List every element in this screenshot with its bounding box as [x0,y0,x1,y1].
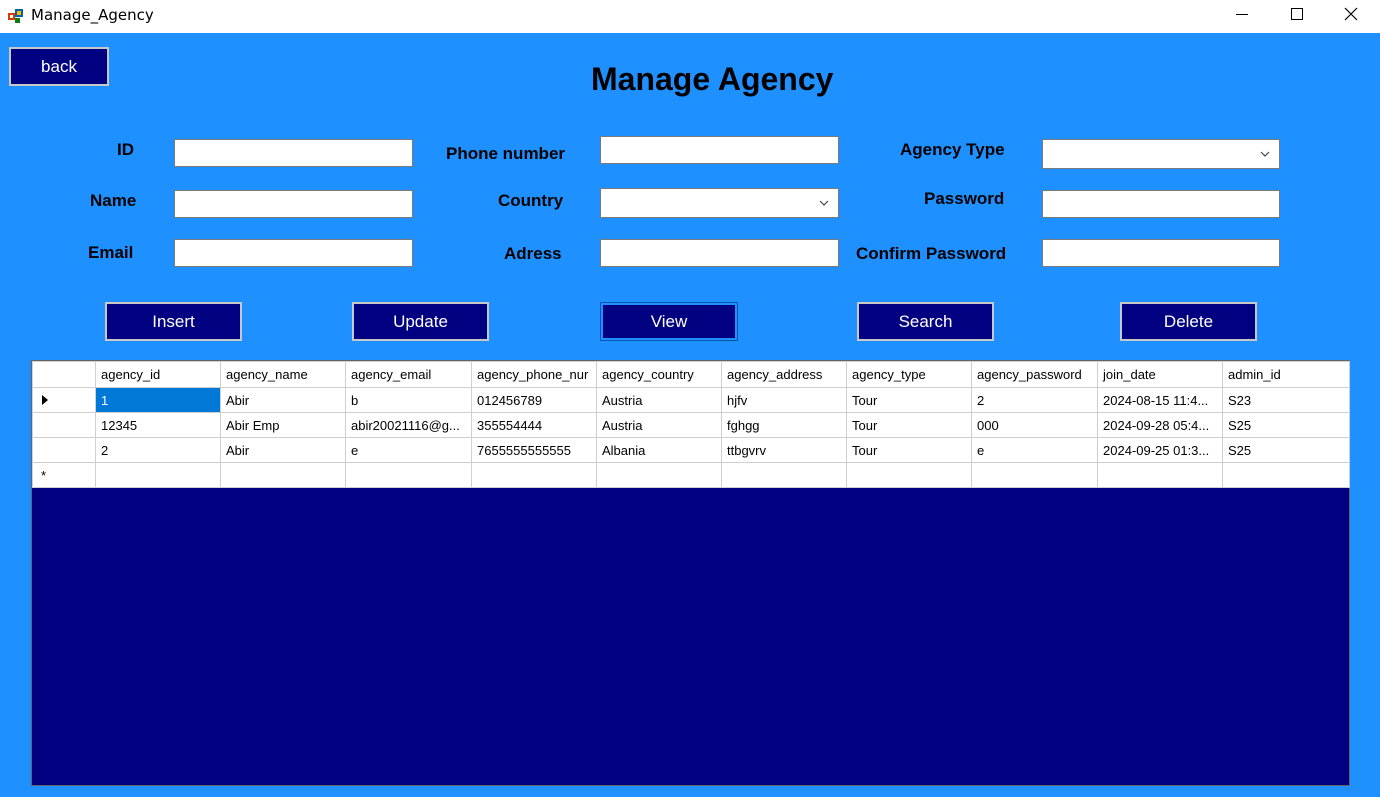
column-header[interactable]: agency_email [345,361,472,388]
table-cell[interactable]: 000 [971,412,1098,438]
agency-type-select[interactable] [1042,139,1280,169]
email-label: Email [88,243,134,262]
address-input[interactable] [600,239,839,267]
table-cell[interactable]: abir20021116@g... [345,412,472,438]
table-cell[interactable] [846,462,972,488]
chevron-down-icon [819,200,829,206]
table-cell[interactable]: 2024-09-25 01:3... [1097,437,1223,463]
address-label: Adress [504,244,562,263]
table-cell[interactable]: 7655555555555 [471,437,597,463]
column-header[interactable]: agency_password [971,361,1098,388]
table-cell[interactable]: Abir Emp [220,412,346,438]
table-cell[interactable] [596,462,722,488]
update-button[interactable]: Update [352,302,489,341]
table-cell[interactable]: 12345 [95,412,221,438]
table-cell[interactable] [1222,462,1350,488]
table-cell[interactable]: Austria [596,412,722,438]
new-row-header[interactable]: * [32,462,96,488]
table-cell[interactable]: Tour [846,387,972,413]
table-cell[interactable]: S23 [1222,387,1350,413]
table-row[interactable]: 1 Abir b 012456789 Austria hjfv Tour 2 2… [32,387,1350,413]
app-icon [8,9,23,23]
chevron-down-icon [1260,151,1270,157]
agency-type-label: Agency Type [900,140,1005,159]
confirm-password-label: Confirm Password [856,244,1007,263]
table-cell[interactable]: Abir [220,387,346,413]
table-cell[interactable]: Abir [220,437,346,463]
minimize-icon[interactable] [1219,0,1265,33]
agency-data-grid[interactable]: agency_id agency_name agency_email agenc… [31,360,1350,786]
table-cell[interactable]: Tour [846,412,972,438]
table-cell[interactable]: 2024-09-28 05:4... [1097,412,1223,438]
row-header[interactable] [32,387,96,413]
maximize-icon[interactable] [1274,0,1320,33]
table-cell[interactable]: 012456789 [471,387,597,413]
table-row[interactable]: 2 Abir e 7655555555555 Albania ttbgvrv T… [32,437,1350,463]
table-cell[interactable]: Albania [596,437,722,463]
search-button[interactable]: Search [857,302,994,341]
table-cell[interactable] [1097,462,1223,488]
row-header-corner [32,361,96,388]
phone-input[interactable] [600,136,839,164]
agency-table: agency_id agency_name agency_email agenc… [32,361,1350,488]
password-input[interactable] [1042,190,1280,218]
column-header[interactable]: admin_id [1222,361,1350,388]
table-cell[interactable]: ttbgvrv [721,437,847,463]
table-cell[interactable]: 2 [971,387,1098,413]
table-cell[interactable]: 1 [95,387,221,413]
close-icon[interactable] [1328,0,1374,33]
insert-button[interactable]: Insert [105,302,242,341]
table-cell[interactable]: S25 [1222,437,1350,463]
row-header[interactable] [32,412,96,438]
table-cell[interactable]: b [345,387,472,413]
table-cell[interactable] [721,462,847,488]
table-cell[interactable]: hjfv [721,387,847,413]
table-cell[interactable]: 2 [95,437,221,463]
table-cell[interactable]: S25 [1222,412,1350,438]
table-cell[interactable] [220,462,346,488]
table-cell[interactable] [95,462,221,488]
table-cell[interactable] [345,462,472,488]
table-cell[interactable] [971,462,1098,488]
column-header[interactable]: agency_country [596,361,722,388]
column-header[interactable]: agency_type [846,361,972,388]
country-select[interactable] [600,188,839,218]
email-input[interactable] [174,239,413,267]
password-label: Password [924,189,1005,208]
column-header[interactable]: agency_address [721,361,847,388]
table-cell[interactable]: fghgg [721,412,847,438]
current-row-arrow-icon [42,394,48,405]
new-row-marker: * [41,467,47,483]
confirm-password-input[interactable] [1042,239,1280,267]
title-bar: Manage_Agency [0,0,1380,33]
delete-button[interactable]: Delete [1120,302,1257,341]
table-cell[interactable]: Tour [846,437,972,463]
column-header[interactable]: join_date [1097,361,1223,388]
table-row[interactable]: 12345 Abir Emp abir20021116@g... 3555544… [32,412,1350,438]
window-title: Manage_Agency [31,6,154,24]
table-cell[interactable] [471,462,597,488]
table-cell[interactable]: 2024-08-15 11:4... [1097,387,1223,413]
header-row: agency_id agency_name agency_email agenc… [32,361,1350,388]
id-input[interactable] [174,139,413,167]
table-cell[interactable]: 355554444 [471,412,597,438]
back-button[interactable]: back [9,47,109,86]
table-cell[interactable]: e [345,437,472,463]
table-cell[interactable]: e [971,437,1098,463]
column-header[interactable]: agency_name [220,361,346,388]
column-header[interactable]: agency_phone_nur [471,361,597,388]
row-header[interactable] [32,437,96,463]
name-input[interactable] [174,190,413,218]
page-title: Manage Agency [591,61,834,97]
country-label: Country [498,191,564,210]
new-row[interactable]: * [32,462,1350,488]
view-button[interactable]: View [600,302,738,341]
phone-label: Phone number [446,144,566,163]
table-cell[interactable]: Austria [596,387,722,413]
id-label: ID [117,140,134,159]
name-label: Name [90,191,137,210]
column-header[interactable]: agency_id [95,361,221,388]
